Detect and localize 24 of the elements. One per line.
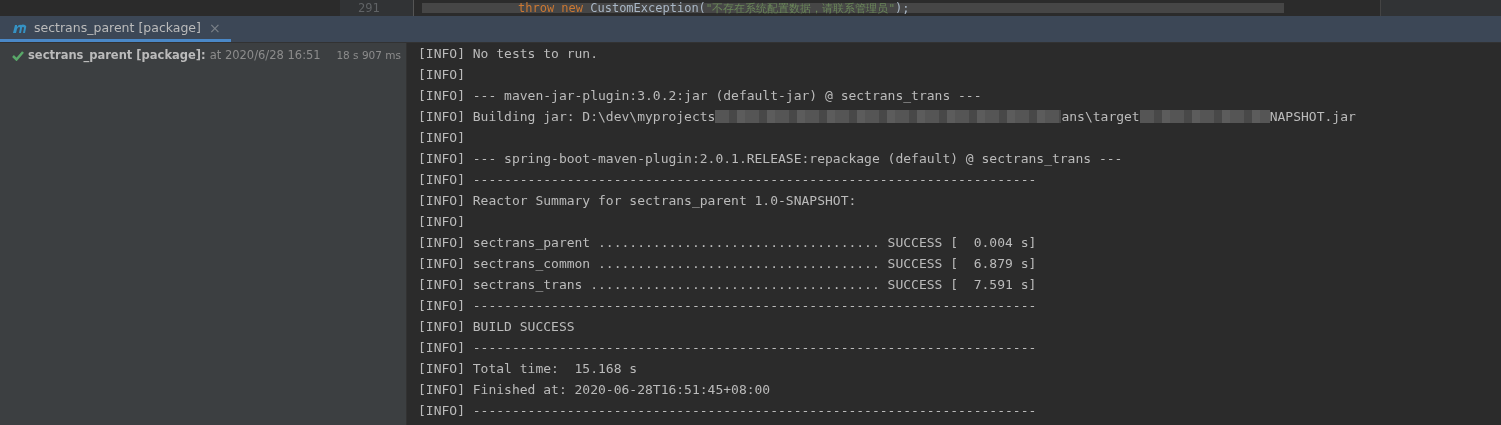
console-line: NAPSHOT.jar: [1269, 108, 1356, 126]
console-line: [INFO] BUILD SUCCESS: [418, 318, 575, 336]
run-duration: 18 s 907 ms: [335, 49, 401, 61]
console-line: [INFO]: [418, 213, 465, 231]
console-line: [INFO]: [418, 66, 465, 84]
run-time: at 2020/6/28 16:51: [209, 48, 321, 62]
console-line: [INFO] Reactor Summary for sectrans_parent 1.0-SNAPSHOT:: [418, 192, 857, 210]
console-line: [INFO] sectrans_common .................................... SUCCESS [ 6.879 s]: [418, 255, 1037, 273]
console-line: [INFO] ------------------------------------------------------------------------: [418, 339, 1037, 357]
tab-title: sectrans_parent [package]: [34, 20, 201, 35]
console-line: [INFO] ------------------------------------------------------------------------: [418, 297, 1037, 315]
console-line: [INFO] Finished at: 2020-06-28T16:51:45+08:00: [418, 381, 771, 399]
console-line: [INFO] Total time: 15.168 s: [418, 360, 638, 378]
console-line: ans\target: [1061, 108, 1140, 126]
console-line: [INFO] No tests to run.: [418, 45, 598, 63]
console-line: [INFO] sectrans_parent .................................... SUCCESS [ 0.004 s]: [418, 234, 1037, 252]
console-line: [INFO] --- spring-boot-maven-plugin:2.0.1.RELEASE:repackage (default) @ sectrans_trans ---: [418, 150, 1123, 168]
console-line: [INFO]: [418, 129, 465, 147]
console-line: [INFO] Building jar: D:\dev\myprojects: [418, 108, 716, 126]
console-line: [INFO] --- maven-jar-plugin:3.0.2:jar (default-jar) @ sectrans_trans ---: [418, 87, 982, 105]
console-line: [INFO] ------------------------------------------------------------------------: [418, 402, 1037, 420]
console-line: [INFO] ------------------------------------------------------------------------: [418, 171, 1037, 189]
run-name[interactable]: sectrans_parent [package]:: [28, 48, 206, 62]
console-line: [INFO] sectrans_trans ..................................... SUCCESS [ 7.591 s]: [418, 276, 1037, 294]
